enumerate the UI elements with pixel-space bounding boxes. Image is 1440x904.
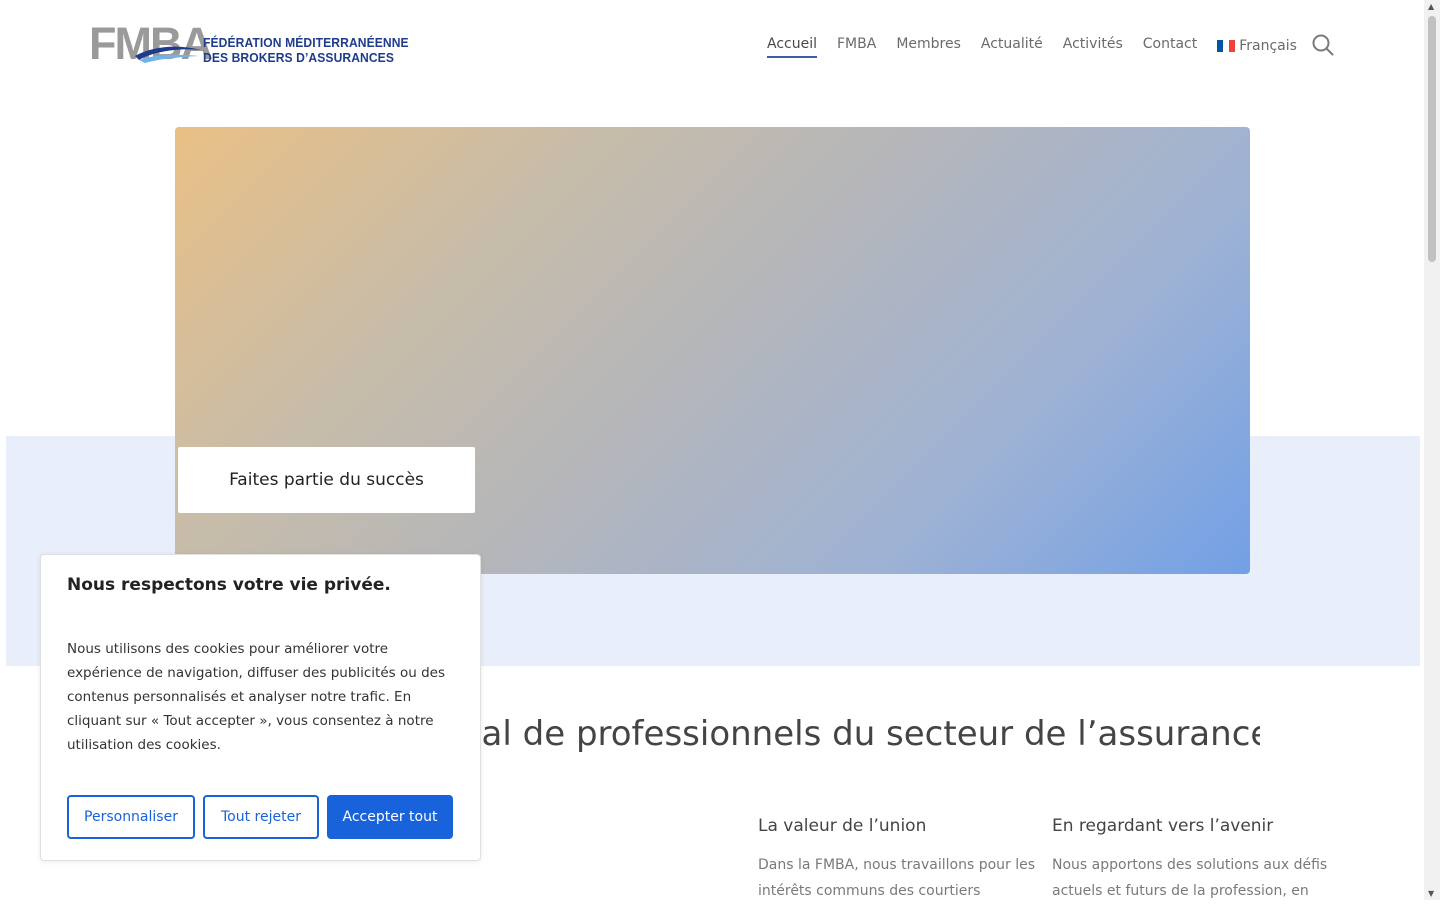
feature-text: Dans la FMBA, nous travaillons pour les …	[758, 857, 1036, 899]
scroll-down-arrow-icon[interactable]: ▼	[1428, 889, 1434, 898]
accept-all-button[interactable]: Accepter tout	[327, 795, 453, 839]
logo-line-2: DES BROKERS D’ASSURANCES	[203, 50, 394, 65]
search-icon	[1312, 34, 1334, 56]
nav-item-contact[interactable]: Contact	[1143, 34, 1197, 58]
site-header: FMBA FÉDÉRATION MÉDITERRANÉENNE DES BROK…	[0, 0, 1424, 90]
language-label: Français	[1239, 38, 1297, 54]
language-switcher[interactable]: Français	[1217, 34, 1297, 58]
cookie-text: Nous utilisons des cookies pour améliore…	[67, 641, 445, 753]
customize-button[interactable]: Personnaliser	[67, 795, 195, 839]
nav-item-activites[interactable]: Activités	[1063, 34, 1123, 58]
logo-swoosh-icon	[135, 46, 201, 63]
site-logo[interactable]: FMBA FÉDÉRATION MÉDITERRANÉENNE DES BROK…	[89, 20, 409, 68]
nav-item-accueil[interactable]: Accueil	[767, 34, 817, 58]
nav-item-membres[interactable]: Membres	[896, 34, 961, 58]
french-flag-icon	[1217, 40, 1236, 52]
scrollbar-thumb[interactable]	[1428, 16, 1436, 262]
feature-column-union: La valeur de l’union Dans la FMBA, nous …	[758, 814, 1038, 904]
feature-column-avenir: En regardant vers l’avenir Nous apporton…	[1052, 814, 1332, 904]
scroll-up-arrow-icon[interactable]: ▲	[1428, 2, 1434, 11]
feature-text: Nous apportons des solutions aux défis a…	[1052, 857, 1328, 899]
cookie-consent-banner: Nous respectons votre vie privée. Nous u…	[40, 554, 481, 861]
main-nav: Accueil FMBA Membres Actualité Activités…	[767, 34, 1317, 58]
reject-all-button[interactable]: Tout rejeter	[203, 795, 319, 839]
logo-line-1: FÉDÉRATION MÉDITERRANÉENNE	[203, 35, 409, 50]
page-scrollbar[interactable]: ▲ ▼	[1424, 0, 1440, 900]
nav-item-actualite[interactable]: Actualité	[981, 34, 1043, 58]
section-heading: nal de professionnels du secteur de l’as…	[460, 714, 1260, 754]
feature-title: La valeur de l’union	[758, 816, 927, 836]
nav-item-fmba[interactable]: FMBA	[837, 34, 876, 58]
hero-cta-button[interactable]: Faites partie du succès	[178, 447, 475, 513]
search-button[interactable]	[1312, 34, 1334, 56]
cookie-title: Nous respectons votre vie privée.	[67, 575, 391, 595]
feature-title: En regardant vers l’avenir	[1052, 816, 1274, 836]
